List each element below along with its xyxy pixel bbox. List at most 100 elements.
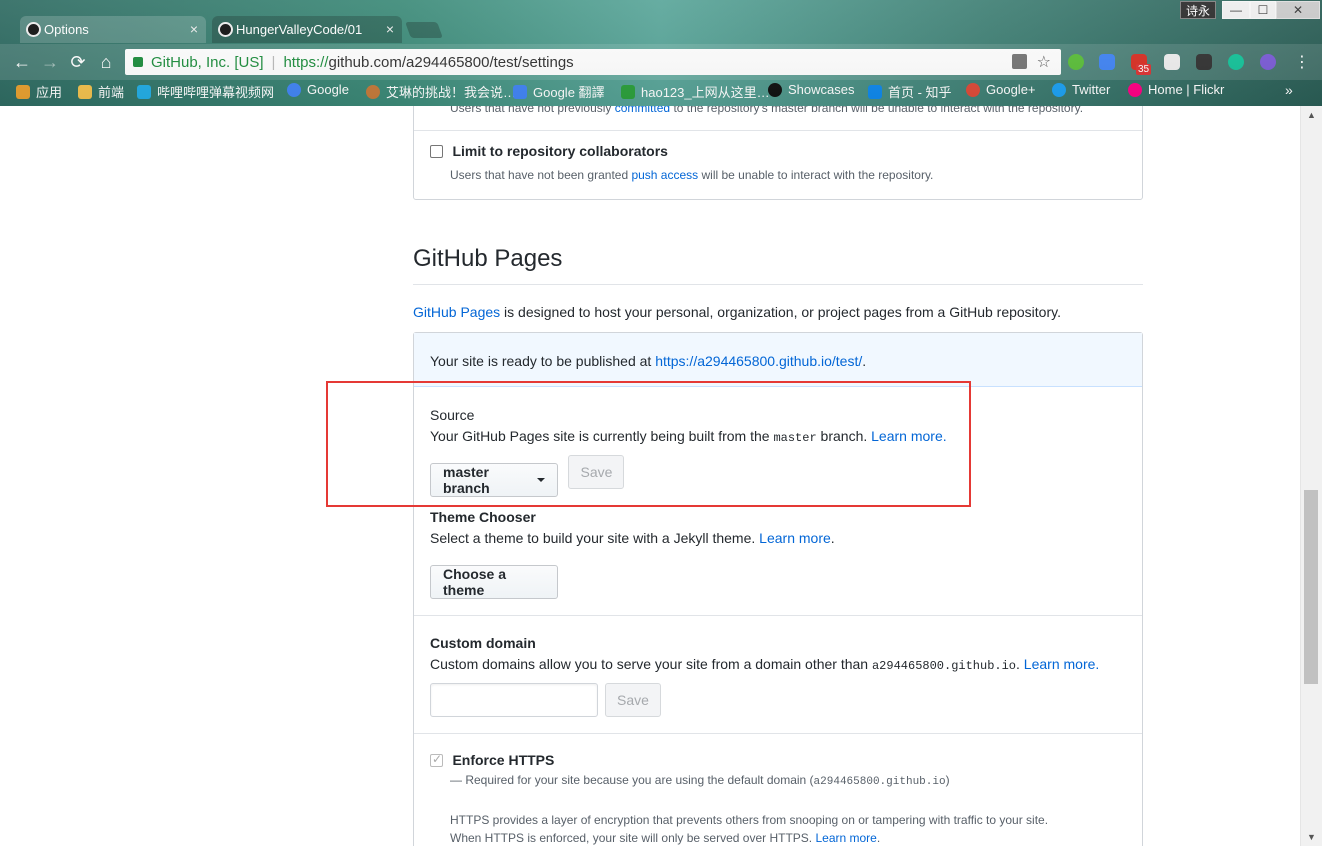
divider	[414, 733, 1142, 734]
browser-menu-icon[interactable]: ⋮	[1294, 52, 1310, 72]
close-window-button[interactable]: ✕	[1276, 1, 1320, 19]
translate-icon[interactable]	[1012, 54, 1027, 69]
address-separator: |	[271, 53, 276, 71]
source-learn-more-link[interactable]: Learn more	[871, 428, 943, 444]
github-icon	[218, 22, 233, 37]
settings-page: Users that have not previously committed…	[0, 106, 1300, 846]
bookmark-star-icon[interactable]: ☆	[1037, 52, 1051, 72]
push-access-link[interactable]: push access	[631, 168, 698, 182]
limit-collaborators-checkbox[interactable]	[430, 145, 443, 159]
maximize-button[interactable]: ☐	[1250, 1, 1276, 19]
forward-button[interactable]: →	[40, 52, 60, 73]
github-pages-link[interactable]: GitHub Pages	[413, 304, 500, 320]
flickr-icon	[1128, 82, 1142, 97]
bookmark-zhihu[interactable]: 首页 - 知乎	[868, 82, 952, 101]
site-identity[interactable]: GitHub, Inc. [US]	[151, 54, 264, 71]
scrollbar-thumb[interactable]	[1304, 490, 1318, 684]
https-learn-more-link[interactable]: Learn more	[815, 831, 876, 845]
extension-doc-icon[interactable]	[1164, 54, 1180, 70]
extension-r-icon[interactable]	[1260, 54, 1276, 70]
apps-grid-icon	[16, 84, 30, 99]
interaction-limits-box: Users that have not previously committed…	[413, 106, 1143, 200]
enforce-https-option: Enforce HTTPS	[430, 752, 554, 770]
branch-code: master	[773, 431, 817, 445]
folder-icon	[78, 84, 92, 99]
heading-rule	[413, 284, 1143, 285]
new-tab-button[interactable]	[405, 22, 443, 38]
custom-domain-save-button[interactable]: Save	[605, 683, 661, 717]
browser-toolbar: ← → ⟳ ⌂ GitHub, Inc. [US] | https:// git…	[0, 44, 1322, 80]
bookmark-flickr[interactable]: Home | Flickr	[1128, 82, 1224, 97]
bilibili-icon	[137, 84, 151, 99]
tab-options[interactable]: Options ×	[20, 16, 206, 43]
default-domain-code: a294465800.github.io	[871, 659, 1017, 673]
page-scrollbar[interactable]: ▲ ▼	[1300, 106, 1322, 846]
bookmark-hao123[interactable]: hao123_上网从这里…	[621, 82, 770, 101]
lock-icon	[133, 57, 143, 67]
browser-chrome: Options × HungerValleyCode/01 × 诗永 — ☐ ✕…	[0, 0, 1322, 106]
limit-collaborators-option[interactable]: Limit to repository collaborators	[430, 143, 668, 161]
site-url-link[interactable]: https://a294465800.github.io/test/	[655, 353, 862, 369]
close-tab-icon[interactable]: ×	[190, 21, 198, 37]
bookmark-irene[interactable]: 艾琳的挑战！我会说…	[366, 82, 516, 101]
custom-domain-description: Custom domains allow you to serve your s…	[430, 656, 1100, 673]
chevron-down-icon	[537, 478, 545, 482]
theme-learn-more-link[interactable]: Learn more	[759, 530, 831, 546]
hao123-icon	[621, 84, 635, 99]
reload-button[interactable]: ⟳	[68, 52, 88, 73]
pages-description: GitHub Pages is designed to host your pe…	[413, 304, 1061, 320]
bookmarks-more-icon[interactable]: »	[1285, 82, 1293, 98]
address-bar[interactable]: GitHub, Inc. [US] | https:// github.com/…	[125, 49, 1061, 75]
enforce-https-checkbox[interactable]	[430, 752, 443, 768]
home-button[interactable]: ⌂	[96, 52, 116, 73]
source-save-button[interactable]: Save	[568, 455, 625, 489]
tab-title: HungerValleyCode/01	[236, 22, 363, 37]
extension-green-icon[interactable]	[1068, 54, 1084, 70]
gmail-unread-badge: 35	[1136, 64, 1152, 75]
tab-hungervalleycode[interactable]: HungerValleyCode/01 ×	[212, 16, 402, 43]
publish-flash: Your site is ready to be published at ht…	[414, 333, 1142, 387]
bookmark-frontend[interactable]: 前端	[78, 82, 124, 101]
grammarly-icon[interactable]	[1228, 54, 1244, 70]
source-title: Source	[430, 407, 475, 423]
close-tab-icon[interactable]: ×	[386, 21, 394, 37]
bookmark-google[interactable]: Google	[287, 82, 349, 97]
google-plus-icon	[966, 82, 980, 97]
bookmark-twitter[interactable]: Twitter	[1052, 82, 1110, 97]
github-icon	[768, 82, 782, 97]
bookmark-apps[interactable]: 应用	[16, 82, 62, 101]
bookmark-bilibili[interactable]: 哔哩哔哩弹幕视频网	[137, 82, 274, 101]
avatar-icon	[366, 84, 380, 99]
scroll-down-arrow-icon[interactable]: ▼	[1307, 832, 1316, 842]
theme-chooser-title: Theme Chooser	[430, 509, 536, 525]
minimize-button[interactable]: —	[1222, 1, 1250, 19]
theme-description: Select a theme to build your site with a…	[430, 530, 835, 546]
zhihu-icon	[868, 84, 882, 99]
custom-domain-title: Custom domain	[430, 635, 536, 651]
scroll-up-arrow-icon[interactable]: ▲	[1307, 110, 1316, 120]
bookmark-google-translate[interactable]: Google 翻譯	[513, 82, 605, 101]
google-translate-ext-icon[interactable]	[1099, 54, 1115, 70]
twitter-icon	[1052, 82, 1066, 97]
url-text: github.com/a294465800/test/settings	[328, 53, 574, 71]
committed-link[interactable]: committed	[615, 106, 670, 115]
url-protocol: https://	[283, 53, 329, 71]
choose-theme-button[interactable]: Choose a theme	[430, 565, 558, 599]
custom-domain-input[interactable]	[430, 683, 598, 717]
branch-select-button[interactable]: master branch	[430, 463, 558, 497]
extension-dark-icon[interactable]	[1196, 54, 1212, 70]
publish-message: Your site is ready to be published at ht…	[430, 353, 867, 369]
bookmark-google-plus[interactable]: Google+	[966, 82, 1036, 97]
divider	[414, 615, 1142, 616]
github-icon	[26, 22, 41, 37]
source-controls: master branch Save	[430, 455, 625, 497]
profile-badge[interactable]: 诗永	[1180, 1, 1216, 19]
limit-collaborators-label: Limit to repository collaborators	[452, 143, 668, 159]
back-button[interactable]: ←	[12, 52, 32, 73]
custom-domain-learn-more-link[interactable]: Learn more	[1024, 656, 1096, 672]
limit-collaborators-note: Users that have not been granted push ac…	[450, 168, 934, 182]
previous-option-note: Users that have not previously committed…	[450, 106, 1083, 115]
bookmark-showcases[interactable]: Showcases	[768, 82, 854, 97]
github-pages-heading: GitHub Pages	[413, 245, 563, 272]
google-icon	[287, 82, 301, 97]
